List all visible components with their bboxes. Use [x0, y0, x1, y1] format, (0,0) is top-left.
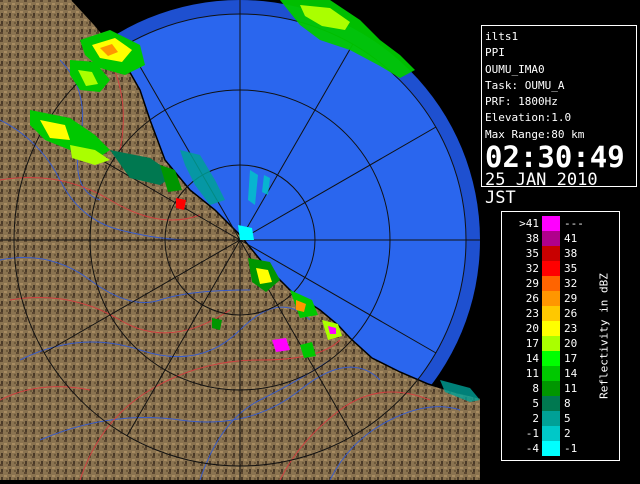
legend-title-text: Reflectivity in dBZ — [597, 273, 611, 399]
legend-color-swatch — [542, 246, 560, 261]
site-name: OUMU_IMA0 — [485, 62, 545, 76]
legend-low-value: 11 — [525, 367, 539, 380]
legend-low-value: >41 — [519, 217, 539, 230]
legend-low-value: -1 — [525, 427, 539, 440]
legend-high-value: 38 — [564, 247, 578, 260]
legend-high-value: 8 — [564, 397, 571, 410]
legend-color-swatch — [542, 321, 560, 336]
legend-low-value: 5 — [532, 397, 539, 410]
task-name: Task: OUMU_A — [485, 78, 565, 92]
legend-color-swatch — [542, 306, 560, 321]
legend-high-value: 32 — [564, 277, 578, 290]
legend-color-swatch — [542, 396, 560, 411]
legend-low-value: 26 — [525, 292, 539, 305]
legend-color-swatch — [542, 351, 560, 366]
legend-color-swatch — [542, 261, 560, 276]
legend-low-value: 2 — [532, 412, 539, 425]
legend-high-value: 14 — [564, 367, 578, 380]
legend-low-value: 29 — [525, 277, 539, 290]
legend-color-swatch — [542, 276, 560, 291]
legend-color-swatch — [542, 336, 560, 351]
legend-color-swatch — [542, 231, 560, 246]
legend-low-value: 8 — [532, 382, 539, 395]
product-type: PPI — [485, 46, 505, 60]
legend-high-value: 35 — [564, 262, 578, 275]
legend-high-value: 23 — [564, 322, 578, 335]
legend-high-value: 29 — [564, 292, 578, 305]
legend-low-value: 17 — [525, 337, 539, 350]
legend-high-value: -1 — [564, 442, 578, 455]
legend-color-swatch — [542, 216, 560, 231]
legend-high-value: 11 — [564, 382, 578, 395]
elevation-value: Elevation:1.0 — [485, 111, 572, 125]
radar-name: ilts1 — [485, 30, 519, 43]
legend-high-value: 2 — [564, 427, 571, 440]
legend-low-value: 20 — [525, 322, 539, 335]
legend-high-value: --- — [564, 217, 584, 230]
radar-ppi-display — [0, 0, 480, 480]
legend-low-value: 38 — [525, 232, 539, 245]
legend-color-swatch — [542, 411, 560, 426]
legend-high-value: 17 — [564, 352, 578, 365]
legend-color-swatch — [542, 426, 560, 441]
legend-low-value: -4 — [525, 442, 539, 455]
legend-color-swatch — [542, 366, 560, 381]
legend-color-swatch — [542, 441, 560, 456]
legend-color-swatch — [542, 381, 560, 396]
legend-low-value: 23 — [525, 307, 539, 320]
legend-color-swatch — [542, 291, 560, 306]
legend-high-value: 26 — [564, 307, 578, 320]
scan-date: 25 JAN 2010 JST — [485, 170, 598, 209]
legend-title: Reflectivity in dBZ — [594, 220, 614, 452]
prf-value: PRF: 1800Hz — [485, 95, 558, 109]
legend-low-value: 14 — [525, 352, 539, 365]
legend-high-value: 5 — [564, 412, 571, 425]
scan-time: 02:30:49 — [485, 140, 625, 175]
legend-high-value: 41 — [564, 232, 578, 245]
info-panel: ilts1 PPI OUMU_IMA0 Task: OUMU_A PRF: 18… — [481, 25, 637, 207]
radar-map — [0, 0, 480, 480]
legend-low-value: 32 — [525, 262, 539, 275]
legend-low-value: 35 — [525, 247, 539, 260]
legend-high-value: 20 — [564, 337, 578, 350]
reflectivity-legend: >41 --- 38 41 35 38 32 35 29 32 26 29 23 26 20 23 17 20 14… — [501, 211, 620, 461]
